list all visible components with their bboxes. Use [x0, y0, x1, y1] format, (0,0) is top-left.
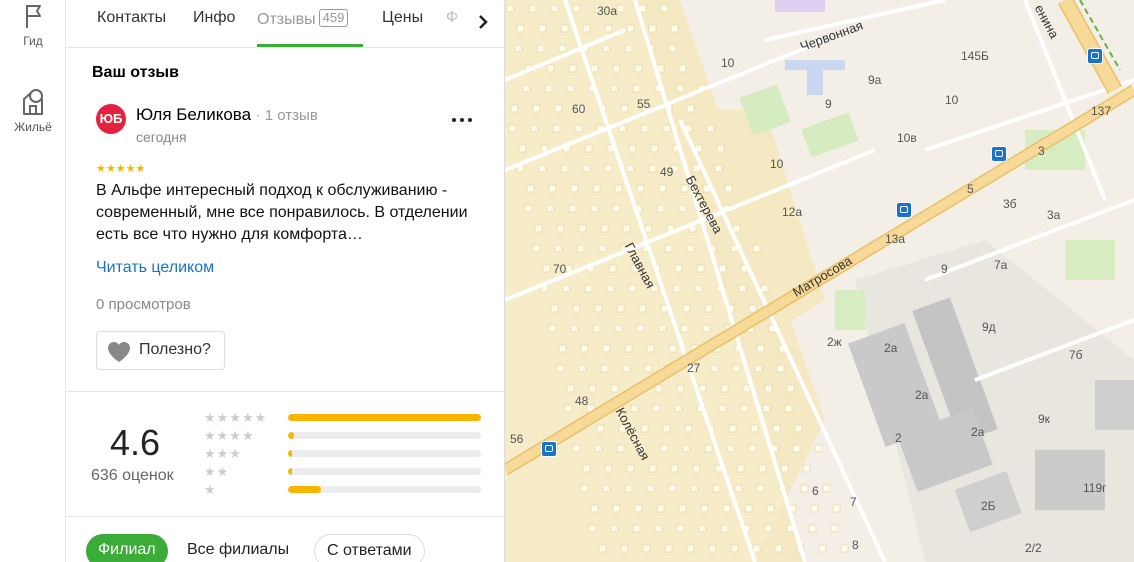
rating-row-track	[288, 450, 481, 457]
house-number-label: 13а	[885, 232, 906, 246]
rail-item-guide-label: Гид	[23, 34, 43, 48]
rating-row-fill	[288, 450, 292, 457]
house-number-label: 56	[510, 432, 524, 446]
house-number-label: 60	[572, 102, 586, 116]
house-number-label: 48	[575, 394, 589, 408]
house-number-label: 10	[721, 56, 735, 70]
house-icon	[23, 89, 43, 115]
house-number-label: 5	[967, 182, 974, 196]
bus-stop-icon[interactable]	[1087, 48, 1103, 64]
review-author-name[interactable]: Юля Беликова	[136, 105, 251, 124]
divider	[66, 391, 504, 392]
more-options-icon[interactable]	[450, 110, 474, 130]
house-number-label: 2а	[884, 341, 898, 355]
rating-row-stars: ★★★	[204, 446, 242, 461]
rating-row-fill	[288, 414, 481, 421]
house-number-label: 6	[812, 484, 819, 498]
house-number-label: 9	[941, 262, 948, 276]
heart-icon	[108, 342, 130, 362]
house-number-label: 2а	[915, 388, 929, 402]
divider	[66, 516, 504, 517]
house-number-label: 30а	[597, 4, 618, 18]
tab-active-indicator	[257, 44, 363, 47]
rating-row-track	[288, 432, 481, 439]
house-number-label: 2	[895, 431, 902, 445]
house-number-label: 119г	[1083, 481, 1107, 495]
house-number-label: 3	[1038, 144, 1045, 158]
tab-prices[interactable]: Цены	[382, 9, 423, 27]
bus-stop-icon[interactable]	[541, 441, 557, 457]
read-more-link[interactable]: Читать целиком	[96, 259, 214, 277]
tab-reviews[interactable]: Отзывы 459	[257, 9, 349, 29]
house-number-label: 145Б	[961, 49, 989, 63]
tab-reviews-label: Отзывы	[257, 11, 316, 28]
rating-row-stars: ★★★★★	[204, 410, 268, 425]
rating-row-stars: ★	[204, 482, 217, 497]
rating-row-track	[288, 468, 481, 475]
tab-info[interactable]: Инфо	[193, 9, 235, 27]
tab-bar: Контакты Инфо Отзывы459 Цены Ф	[66, 0, 504, 48]
review-stars: ★★★★★	[96, 163, 146, 175]
review-author-count: 1 отзыв	[264, 107, 318, 124]
tab-reviews-count: 459	[318, 9, 349, 27]
rating-row-track	[288, 414, 481, 421]
useful-button[interactable]: Полезно?	[96, 331, 225, 370]
house-number-label: 12а	[782, 205, 803, 219]
house-number-label: 70	[553, 262, 567, 276]
house-number-label: 2/2	[1025, 541, 1042, 555]
rating-row-track	[288, 486, 481, 493]
house-number-label: 7	[850, 495, 857, 509]
review-author: Юля Беликова · 1 отзыв	[136, 105, 318, 125]
tab-contacts[interactable]: Контакты	[97, 9, 166, 27]
rail-item-housing-label: Жильё	[14, 120, 52, 134]
rating-row-fill	[288, 468, 292, 475]
rating-row-stars: ★★	[204, 464, 230, 479]
house-number-label: 3б	[1003, 197, 1017, 211]
rating-row-fill	[288, 432, 294, 439]
review-text: В Альфе интересный подход к обслуживанию…	[96, 182, 468, 243]
house-number-label: 27	[687, 361, 701, 375]
my-review-title: Ваш отзыв	[92, 64, 179, 81]
rating-count: 636 оценок	[91, 467, 174, 484]
filter-branch[interactable]: Филиал	[86, 534, 168, 562]
house-number-label: 10	[945, 93, 959, 107]
rail-item-guide[interactable]: Гид	[0, 2, 66, 48]
house-number-label: 9а	[868, 73, 882, 87]
house-number-label: 10в	[897, 131, 917, 145]
house-number-label: 137	[1091, 104, 1112, 118]
avatar: ЮБ	[96, 104, 126, 134]
chevron-right-icon[interactable]	[469, 8, 497, 36]
review-filters: Филиал Все филиалы С ответами	[66, 534, 504, 562]
review-views: 0 просмотров	[96, 296, 191, 313]
review-date: сегодня	[136, 129, 187, 145]
rating-row-stars: ★★★★	[204, 428, 255, 443]
house-number-label: 7б	[1069, 348, 1083, 362]
map[interactable]: 30а 10 145Б 9а 60 55 9 10 137 10в 10 3 49 5 3б 12а 3а 13а…	[505, 0, 1134, 562]
house-number-label: 49	[660, 165, 674, 179]
house-number-label: 3а	[1047, 208, 1061, 222]
left-rail: Гид Жильё	[0, 0, 66, 562]
house-number-label: 10	[770, 157, 784, 171]
house-number-label: 9к	[1038, 412, 1050, 426]
house-number-label: 2Б	[981, 499, 996, 513]
separator-dot: ·	[255, 105, 261, 124]
house-number-label: 7а	[994, 258, 1008, 272]
bus-stop-icon[interactable]	[896, 202, 912, 218]
bus-stop-icon[interactable]	[991, 146, 1007, 162]
side-panel: Контакты Инфо Отзывы459 Цены Ф Ваш отзыв…	[66, 0, 505, 562]
house-number-label: 2а	[971, 425, 985, 439]
rail-item-housing[interactable]: Жильё	[0, 86, 66, 134]
house-number-label: 9д	[982, 320, 996, 334]
filter-all-branches[interactable]: Все филиалы	[175, 534, 302, 562]
house-number-label: 8	[852, 538, 859, 552]
filter-with-answers[interactable]: С ответами	[314, 534, 425, 562]
house-number-label: 2ж	[827, 335, 842, 349]
house-number-label: 9	[825, 97, 832, 111]
rating-row-fill	[288, 486, 321, 493]
house-number-label: 55	[637, 97, 651, 111]
flag-icon	[26, 5, 41, 28]
rating-value: 4.6	[110, 422, 161, 463]
useful-button-label: Полезно?	[139, 341, 211, 358]
